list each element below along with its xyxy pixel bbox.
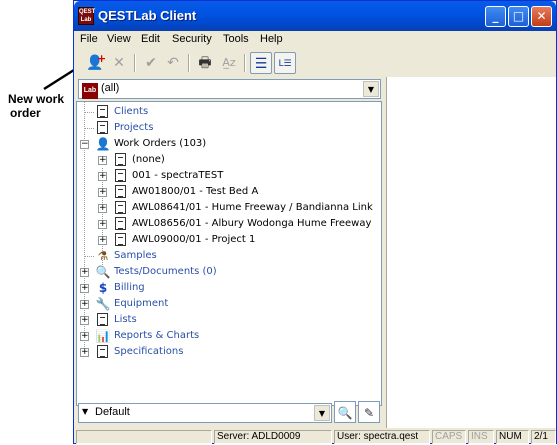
tree-label: AW01800/01 - Test Bed A <box>132 186 259 197</box>
status-server: Server: ADLD0009 <box>214 430 332 444</box>
expand-toggle[interactable]: + <box>98 204 107 213</box>
content-pane <box>386 77 556 428</box>
document-stack-icon <box>95 312 111 328</box>
title-bar[interactable]: QEST Lab QESTLab Client _ □ ✕ <box>74 1 556 31</box>
menu-edit[interactable]: Edit <box>141 33 160 45</box>
window-title: QESTLab Client <box>98 8 197 23</box>
expand-toggle[interactable]: + <box>80 300 89 309</box>
expand-toggle[interactable]: + <box>80 348 89 357</box>
undo-icon[interactable]: ↶ <box>162 52 184 74</box>
lab-filter-value: (all) <box>101 82 120 94</box>
lab-tree-icon[interactable]: L☰ <box>274 52 296 74</box>
navigator-pane: Lab (all) ▼ Clients Projects − 👤 Work Or… <box>76 77 382 428</box>
tree-label: Clients <box>114 106 149 117</box>
view-filter-value: Default <box>95 406 130 418</box>
expand-toggle[interactable]: + <box>98 220 107 229</box>
tree-line <box>84 112 94 113</box>
callout-label: New work order <box>8 92 74 120</box>
work-order-person-icon: 👤 <box>95 137 111 151</box>
magnifier-icon: 🔍 <box>95 265 111 279</box>
callout-line-1: New work <box>8 92 65 106</box>
tree-line <box>84 256 94 257</box>
menu-bar: File View Edit Security Tools Help <box>74 31 556 49</box>
status-caps: CAPS <box>432 430 466 444</box>
document-stack-icon <box>95 104 111 120</box>
tree-label: AWL08641/01 - Hume Freeway / Bandianna L… <box>132 202 373 213</box>
spell-check-icon[interactable]: A̲z <box>218 52 240 74</box>
expand-toggle[interactable]: + <box>80 316 89 325</box>
samples-icon: ⚗ <box>97 249 109 263</box>
toolbar-separator <box>134 54 136 72</box>
collapse-toggle[interactable]: − <box>80 140 89 149</box>
menu-file[interactable]: File <box>80 33 98 45</box>
tree-label: Samples <box>114 250 157 261</box>
expand-toggle[interactable]: + <box>98 156 107 165</box>
menu-help[interactable]: Help <box>260 33 283 45</box>
tree-label: Equipment <box>114 298 169 309</box>
navigator-tree[interactable]: Clients Projects − 👤 Work Orders (103) +… <box>76 101 382 406</box>
document-icon <box>113 152 129 168</box>
status-page: 2/1 <box>531 430 556 444</box>
menu-security[interactable]: Security <box>172 33 212 45</box>
document-icon <box>113 232 129 248</box>
close-button[interactable]: ✕ <box>531 6 552 27</box>
document-icon <box>113 168 129 184</box>
expand-toggle[interactable]: + <box>98 188 107 197</box>
tree-line <box>84 128 94 129</box>
expand-toggle[interactable]: + <box>80 284 89 293</box>
delete-icon[interactable]: ✕ <box>108 52 130 74</box>
status-ins: INS <box>468 430 494 444</box>
maximize-button[interactable]: □ <box>508 6 529 27</box>
tree-label: 001 - spectraTEST <box>132 170 224 181</box>
view-filter-select[interactable]: ▼ Default ▼ <box>78 403 332 423</box>
wrench-icon: 🔧 <box>95 297 111 311</box>
specifications-icon <box>95 344 111 360</box>
tree-label: Billing <box>114 282 145 293</box>
tree-view-icon[interactable]: ☰ <box>250 52 272 74</box>
tree-label: Lists <box>114 314 137 325</box>
tree-label: (none) <box>132 154 165 165</box>
document-icon <box>113 184 129 200</box>
callout-line-2: order <box>10 106 41 120</box>
tree-label: Reports & Charts <box>114 330 200 341</box>
minimize-button[interactable]: _ <box>485 6 506 27</box>
toolbar: 👤 + ✕ ✔ ↶ 🖶 A̲z ☰ L☰ <box>76 50 306 76</box>
status-panel-empty <box>76 430 212 444</box>
lab-filter-select[interactable]: Lab (all) ▼ <box>78 79 381 99</box>
chevron-down-icon[interactable]: ▼ <box>314 405 330 421</box>
status-bar: Server: ADLD0009 User: spectra.qest CAPS… <box>74 429 557 445</box>
app-logo-icon: QEST Lab <box>78 7 96 25</box>
tree-label: Work Orders (103) <box>114 138 207 149</box>
menu-tools[interactable]: Tools <box>223 33 249 45</box>
report-chart-icon: 📊 <box>95 329 111 343</box>
expand-toggle[interactable]: + <box>80 268 89 277</box>
document-icon <box>113 216 129 232</box>
tree-label: AWL08656/01 - Albury Wodonga Hume Freewa… <box>132 218 372 229</box>
app-window: QEST Lab QESTLab Client _ □ ✕ File View … <box>73 0 557 444</box>
new-work-order-icon[interactable]: 👤 + <box>84 52 106 74</box>
toolbar-separator <box>244 54 246 72</box>
expand-toggle[interactable]: + <box>98 172 107 181</box>
tree-label: Projects <box>114 122 154 133</box>
expand-toggle[interactable]: + <box>98 236 107 245</box>
chevron-down-icon: ▼ <box>82 407 89 416</box>
document-stack-icon <box>95 120 111 136</box>
tree-label: AWL09000/01 - Project 1 <box>132 234 256 245</box>
tree-label: Tests/Documents (0) <box>114 266 217 277</box>
toolbar-separator <box>188 54 190 72</box>
edit-filter-icon[interactable]: ✎ <box>358 401 380 423</box>
print-icon[interactable]: 🖶 <box>194 52 216 74</box>
status-user: User: spectra.qest <box>334 430 430 444</box>
tree-label: Specifications <box>114 346 184 357</box>
check-icon[interactable]: ✔ <box>140 52 162 74</box>
status-num: NUM <box>496 430 529 444</box>
dollar-icon: $ <box>98 281 108 295</box>
expand-toggle[interactable]: + <box>80 332 89 341</box>
menu-view[interactable]: View <box>107 33 131 45</box>
search-icon[interactable]: 🔍 <box>334 401 356 423</box>
document-icon <box>113 200 129 216</box>
lab-icon: Lab <box>82 83 98 99</box>
chevron-down-icon[interactable]: ▼ <box>363 81 379 97</box>
